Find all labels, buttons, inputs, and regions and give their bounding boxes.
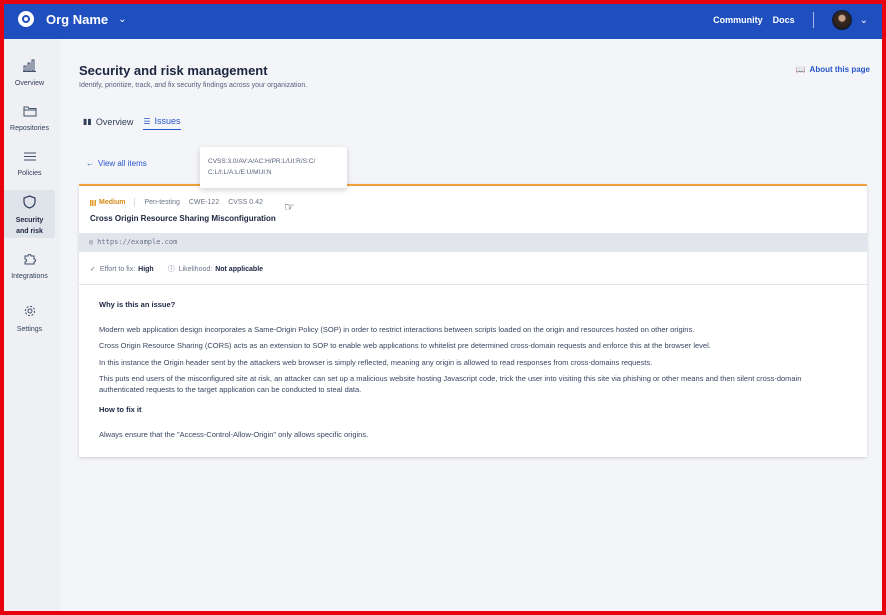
community-link[interactable]: Community [713,15,763,25]
list-icon [4,151,55,165]
sidebar-item-label: Integrations [11,273,48,280]
severity-badge: Medium [90,199,125,206]
org-switcher[interactable]: Org Name ⌄ [18,11,127,27]
issue-card: Medium Pen-testing CWE-122 CVSS 0.42 Cro… [79,184,867,457]
chevron-down-icon[interactable]: ⌄ [860,15,868,26]
sidebar-item-policies[interactable]: Policies [4,151,55,179]
issue-cvss[interactable]: CVSS 0.42 [228,199,263,206]
help-circle-icon: ⓘ [167,266,175,273]
issue-meta: Medium Pen-testing CWE-122 CVSS 0.42 [90,198,272,207]
view-all-items-link[interactable]: ← View all items [86,159,147,168]
view-all-label: View all items [98,159,147,168]
org-name: Org Name [46,11,109,27]
tab-bar: ▮▮ Overview ☰ Issues [83,116,191,130]
severity-label: Medium [99,199,126,206]
tooltip-line: C:L/I:L/A:L/E:U/MUI:N [208,169,272,176]
sidebar-item-label: Settings [16,326,43,333]
divider [134,198,136,207]
tab-overview[interactable]: ▮▮ Overview [83,116,133,130]
tab-issues[interactable]: ☰ Issues [143,116,181,130]
main-content: Security and risk management Identify, p… [60,39,882,611]
why-paragraph: Modern web application design incorporat… [99,324,695,334]
sidebar-item-security-and-risk[interactable]: Security and risk [4,190,55,238]
sidebar-item-integrations[interactable]: Integrations [4,252,55,282]
issue-url: https://example.com [97,238,178,246]
divider [812,12,814,28]
globe-icon: ◎ [89,238,94,246]
sidebar-item-overview[interactable]: Overview [4,59,55,89]
why-heading: Why is this an issue? [99,300,176,309]
issue-title: Cross Origin Resource Sharing Misconfigu… [90,214,276,223]
cvss-tooltip: CVSS:3.0/AV:A/AC:H/PR:L/UI:R/S:C/ C:L/I:… [200,147,347,188]
hand-cursor-icon: ☞ [284,200,295,214]
issue-url-bar: ◎ https://example.com [79,233,867,252]
bar-chart-icon [4,59,55,75]
avatar[interactable] [831,10,852,30]
list-icon: ☰ [143,116,151,126]
why-paragraph: This puts end users of the misconfigured… [99,374,802,394]
issue-effort-row: ✓ Effort to fix: High ⓘ Likelihood: Not … [90,264,263,274]
app-window: Org Name ⌄ Community Docs ⌄ Overview Rep… [4,4,882,611]
bar-chart-icon: ▮▮ [83,117,92,126]
severity-icon [90,199,96,206]
org-logo-icon [18,11,34,27]
issue-description: Why is this an issue? Modern web applica… [99,300,839,446]
sidebar-item-label: Security and risk [15,217,44,235]
top-right-nav: Community Docs ⌄ [703,10,868,30]
about-page-link[interactable]: 📖 About this page [796,65,870,74]
gear-icon [4,304,55,321]
fix-paragraph: Always ensure that the "Access-Control-A… [99,429,369,439]
divider [79,284,867,285]
effort-label: Effort to fix: [99,265,136,273]
why-paragraph: Cross Origin Resource Sharing (CORS) act… [99,341,711,350]
page-subtitle: Identify, prioritize, track, and fix sec… [79,82,308,89]
book-icon: 📖 [795,65,806,74]
issue-source: Pen-testing [144,199,180,206]
wrench-icon: ✓ [90,266,96,273]
sidebar-item-repositories[interactable]: Repositories [4,105,55,134]
docs-link[interactable]: Docs [773,15,795,25]
sidebar: Overview Repositories Policies Security … [4,39,60,611]
arrow-left-icon: ← [86,159,94,168]
sidebar-item-label: Policies [17,170,42,177]
issue-cwe: CWE-122 [188,199,220,206]
sidebar-item-settings[interactable]: Settings [4,304,55,335]
sidebar-item-label: Repositories [10,125,49,132]
tab-label: Overview [95,116,134,127]
tab-label: Issues [154,116,181,126]
shield-icon [4,195,55,212]
folder-icon [4,105,55,120]
about-page-label: About this page [809,65,870,74]
tooltip-line: CVSS:3.0/AV:A/AC:H/PR:L/UI:R/S:C/ [208,158,316,165]
likelihood-value: Not applicable [215,265,264,273]
puzzle-icon [4,252,55,268]
top-bar: Org Name ⌄ Community Docs ⌄ [4,4,882,39]
why-paragraph: In this instance the Origin header sent … [99,357,653,367]
page-title: Security and risk management [79,63,268,78]
effort-value: High [138,265,154,273]
likelihood-label: Likelihood: [178,265,213,273]
chevron-down-icon: ⌄ [118,13,127,25]
sidebar-item-label: Overview [14,80,45,87]
fix-heading: How to fix it [99,405,142,414]
